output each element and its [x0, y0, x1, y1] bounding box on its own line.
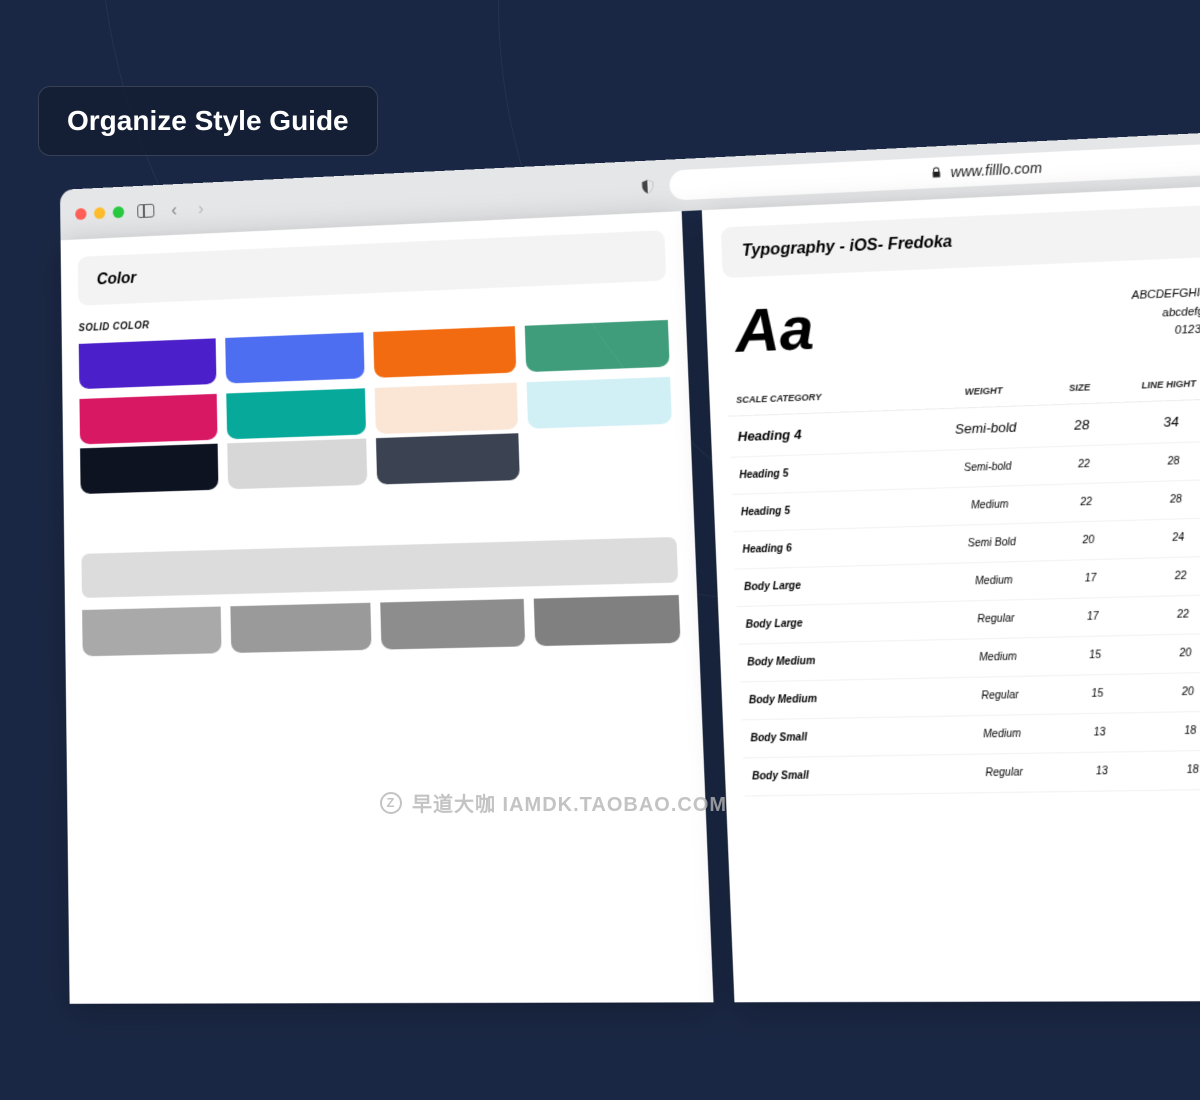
scale-value: 18 — [1128, 711, 1200, 752]
scale-value: Regular — [931, 675, 1069, 716]
scale-value: 20 — [1059, 521, 1119, 561]
scale-value: 13 — [1072, 752, 1132, 792]
scale-value: 22 — [1118, 556, 1200, 598]
scale-value: Semi-bold — [918, 405, 1055, 451]
th-line: LINE HIGHT — [1107, 366, 1200, 402]
scale-value: 17 — [1063, 597, 1123, 637]
scale-value: Semi Bold — [923, 522, 1060, 564]
swatch[interactable] — [524, 320, 669, 372]
gray-scale-header — [81, 537, 678, 598]
scale-value: 15 — [1067, 674, 1127, 714]
swatch[interactable] — [376, 433, 519, 484]
scale-value: 28 — [1114, 479, 1200, 521]
scale-value: 22 — [1057, 483, 1117, 523]
back-button[interactable]: ‹ — [167, 199, 181, 220]
scale-value: 28 — [1112, 441, 1200, 483]
swatch[interactable] — [80, 444, 218, 494]
scale-value: 17 — [1061, 559, 1121, 599]
gray-row — [82, 595, 680, 656]
swatch[interactable] — [526, 377, 672, 429]
forward-button: › — [194, 198, 208, 219]
scale-value: Medium — [925, 560, 1063, 602]
minimize-icon[interactable] — [94, 207, 105, 219]
swatch[interactable] — [79, 338, 216, 389]
swatch[interactable] — [230, 603, 372, 653]
scale-name: Body Small — [743, 755, 937, 796]
swatch[interactable] — [373, 326, 516, 378]
traffic-lights — [75, 206, 124, 220]
color-title: Color — [78, 230, 667, 306]
scale-value: Regular — [927, 599, 1065, 640]
scale-value: Medium — [922, 484, 1059, 526]
color-pane: Color SOLID COLOR — [61, 211, 714, 1004]
scale-name: Heading 4 — [729, 410, 920, 458]
swatch[interactable] — [380, 599, 524, 650]
scale-value: 22 — [1121, 594, 1200, 635]
scale-value: 20 — [1125, 672, 1200, 713]
browser-mockup: ‹ › www.filllo.com ↻ Color SOLID COLOR — [23, 122, 1200, 1100]
scale-value: Medium — [933, 714, 1072, 755]
scale-value: 34 — [1109, 399, 1200, 445]
swatch[interactable] — [82, 607, 221, 657]
scale-value: 13 — [1070, 713, 1130, 753]
th-weight: WEIGHT — [916, 373, 1052, 410]
scale-value: 15 — [1065, 636, 1125, 676]
scale-name: Body Medium — [740, 678, 933, 720]
swatch[interactable] — [225, 332, 365, 383]
glyph-set: ABCDEFGHIJKLMNOPQURSTUVWXYZ abcdefghijkl… — [1131, 279, 1200, 343]
privacy-shield-icon[interactable] — [639, 178, 656, 195]
scale-name: Heading 5 — [730, 451, 921, 494]
swatch[interactable] — [226, 388, 366, 439]
sidebar-toggle-icon[interactable] — [137, 204, 154, 218]
scale-name: Heading 5 — [732, 489, 924, 532]
type-scale-table: SCALE CATEGORY WEIGHT SIZE LINE HIGHT CH… — [727, 361, 1200, 796]
scale-value: 20 — [1123, 633, 1200, 674]
url-text: www.filllo.com — [950, 159, 1042, 180]
watermark-text: 早道大咖 IAMDK.TAOBAO.COM — [412, 788, 727, 817]
scale-name: Body Large — [735, 564, 927, 607]
lock-icon — [929, 166, 942, 179]
typography-pane: Typography - iOS- Fredoka Aa ABCDEFGHIJK… — [702, 179, 1200, 1002]
scale-value: Medium — [929, 637, 1067, 678]
scale-name: Body Large — [737, 602, 930, 644]
close-icon[interactable] — [75, 208, 86, 220]
scale-value: Semi-bold — [920, 447, 1057, 489]
page-badge: Organize Style Guide — [38, 86, 378, 156]
maximize-icon[interactable] — [113, 206, 124, 218]
th-size: SIZE — [1050, 371, 1109, 405]
scale-name: Heading 6 — [734, 526, 926, 569]
scale-value: 22 — [1054, 445, 1114, 485]
scale-value: 24 — [1116, 517, 1200, 559]
scale-name: Body Small — [741, 716, 935, 757]
glyph-upper: ABCDEFGHIJKLMNOPQURSTUVWXYZ — [1131, 279, 1200, 306]
typeface-sample: Aa — [734, 293, 815, 367]
scale-value: 28 — [1052, 403, 1112, 447]
typography-title: Typography - iOS- Fredoka — [721, 199, 1200, 278]
scale-value: 18 — [1130, 750, 1200, 791]
swatch[interactable] — [227, 439, 368, 490]
scale-value: Regular — [935, 753, 1074, 794]
scale-name: Body Medium — [738, 640, 931, 682]
swatch[interactable] — [375, 383, 518, 435]
swatch[interactable] — [533, 595, 680, 646]
watermark-icon: Z — [380, 792, 402, 814]
swatch[interactable] — [79, 394, 217, 445]
watermark: Z 早道大咖 IAMDK.TAOBAO.COM — [380, 788, 727, 817]
